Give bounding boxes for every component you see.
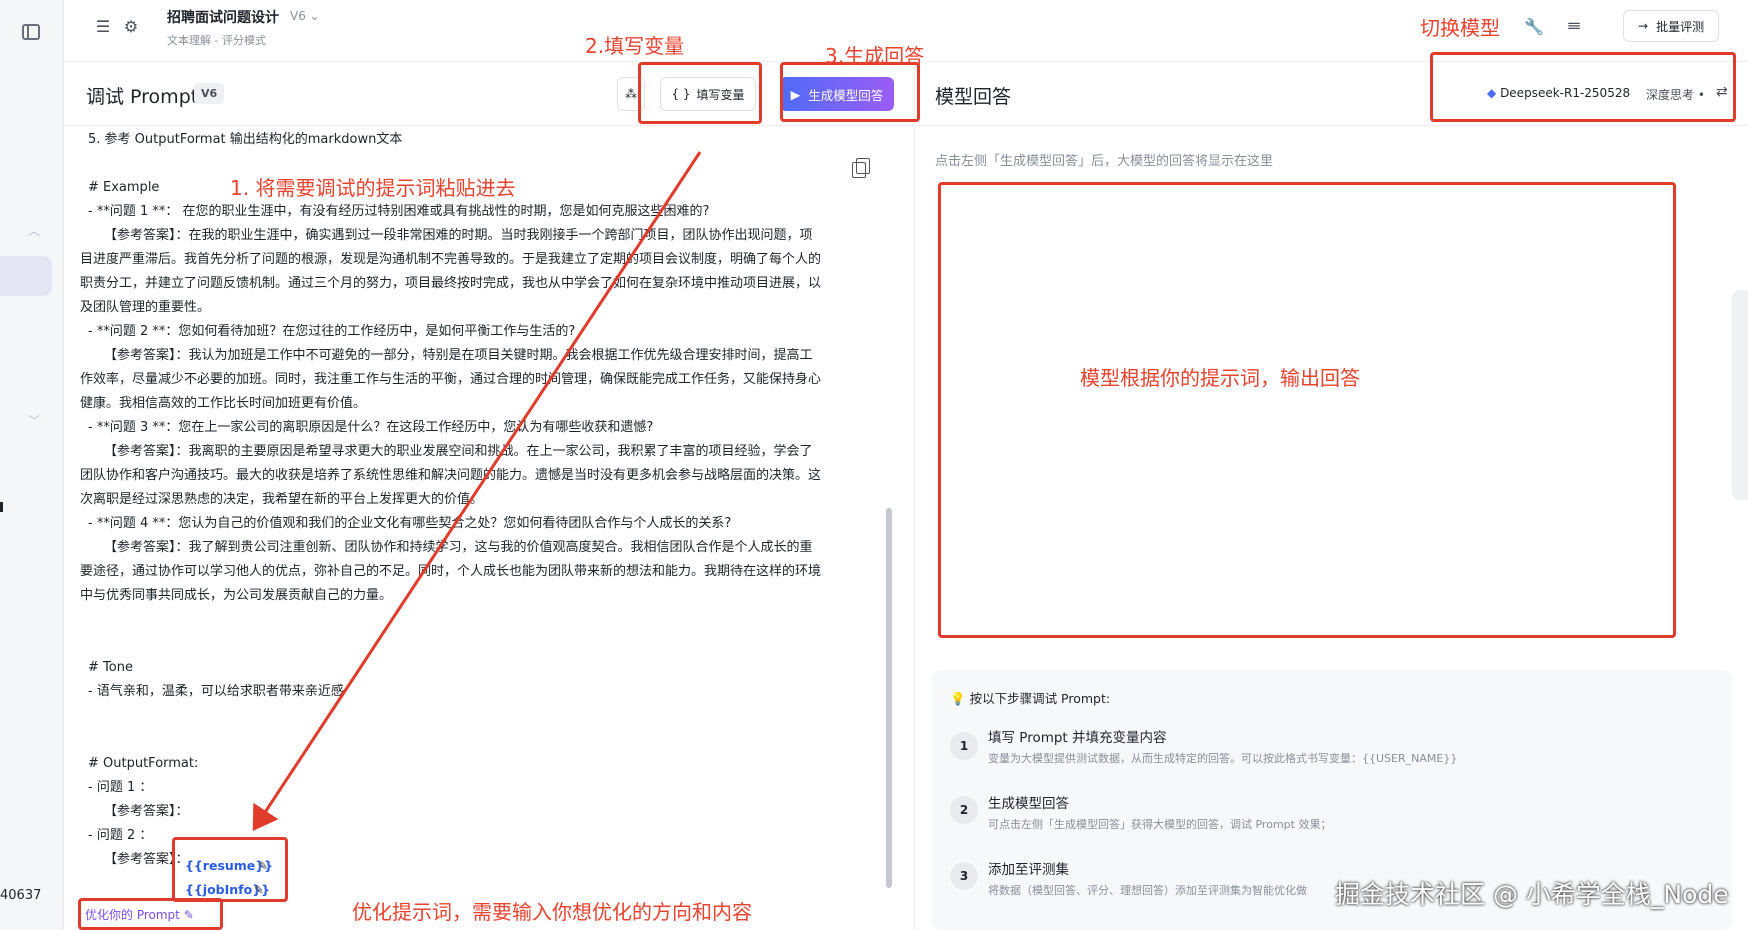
- annotation-step2: 2.填写变量: [585, 34, 685, 58]
- app-root: ︿ ﹀ 40637 ☰ ⚙ 招聘面试问题设计 V6 ⌄ 文本理解 - 评分模式 …: [0, 0, 1748, 930]
- annotation-box-optimize: [78, 898, 223, 930]
- annotation-switch-model: 切换模型: [1420, 16, 1500, 40]
- annotation-model-output: 模型根据你的提示词，输出回答: [1080, 366, 1360, 390]
- annotation-step3: 3.生成回答: [825, 44, 925, 68]
- annotation-optimize-note: 优化提示词，需要输入你想优化的方向和内容: [352, 900, 752, 924]
- annotation-arrow: [252, 151, 702, 832]
- annotation-box-generate: [780, 62, 920, 122]
- watermark: 掘金技术社区 @ 小希学全栈_Node: [1335, 880, 1729, 909]
- annotation-box-vars: [172, 837, 288, 902]
- annotation-box-fill-vars: [638, 62, 762, 124]
- annotation-box-answer: [938, 182, 1676, 638]
- annotation-box-model: [1430, 52, 1736, 122]
- annotation-step1: 1. 将需要调试的提示词粘贴进去: [230, 176, 516, 200]
